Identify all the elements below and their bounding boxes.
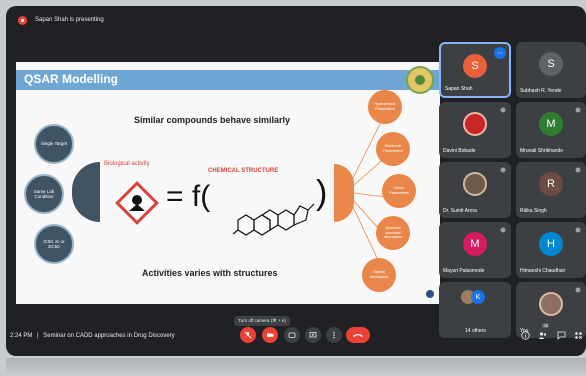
more-options-icon[interactable]: ⋯	[494, 47, 506, 59]
meeting-separator: |	[37, 333, 39, 339]
chemical-structure-label: CHEMICAL STRUCTURE	[208, 168, 279, 174]
participant-tile[interactable]: R Ritika Singh	[516, 162, 586, 218]
participant-tile[interactable]: S ⋯ Sapan Shah	[439, 42, 511, 98]
more-options-button[interactable]	[326, 327, 342, 343]
biological-activity-label: Biological activity	[104, 161, 150, 167]
avatar: M	[463, 232, 487, 256]
participant-name: Davini Bobade	[443, 148, 476, 154]
left-node-ic50: IC50, Ki or EC50	[34, 224, 74, 264]
mic-off-icon	[575, 167, 581, 173]
meeting-details-button[interactable]	[520, 330, 530, 340]
hazard-symbol-icon	[115, 181, 159, 225]
info-icon	[520, 330, 530, 340]
people-icon	[538, 331, 547, 339]
presenting-label: Sapan Shah is presenting	[35, 17, 104, 23]
camera-toggle-button[interactable]	[262, 327, 278, 343]
others-count: 14 others	[465, 328, 486, 334]
camera-tooltip: Turn off camera (⌘ + e)	[234, 316, 290, 326]
end-call-icon	[353, 334, 363, 337]
participant-name: Dr. Sumit Arora	[443, 208, 477, 214]
participant-name: Himanshi Chaudhari	[520, 268, 566, 274]
mic-off-icon	[244, 331, 252, 339]
left-node-single-target: Single Target	[34, 124, 74, 164]
left-node-lab-condition: Same Lab Condition	[24, 174, 64, 214]
participant-tile[interactable]: M Mrunali Shrikhande	[516, 102, 586, 158]
right-node-steric: Steric Parameters	[382, 174, 416, 208]
people-button[interactable]: 26	[538, 323, 550, 340]
profile-photo-icon	[463, 172, 487, 196]
slide-heading-top: Similar compounds behave similarly	[134, 115, 291, 125]
participant-tile[interactable]: S Subhash R. Yende	[516, 42, 586, 98]
chat-icon	[557, 331, 565, 340]
steroid-molecule-icon	[232, 203, 315, 236]
right-node-quantum: Quantum chemical descriptors	[376, 216, 410, 250]
institution-logo	[406, 66, 434, 94]
camera-off-icon	[267, 333, 274, 337]
participant-tile[interactable]: Dr. Sumit Arora	[439, 162, 511, 218]
more-icon	[333, 331, 335, 339]
avatar: H	[539, 232, 563, 256]
mic-off-icon	[500, 107, 506, 113]
right-node-hydrophobic: Hydrophobic Parameters	[368, 90, 402, 124]
equation-close-paren: )	[316, 174, 328, 212]
avatar: S	[539, 52, 563, 76]
participant-name: Ritika Singh	[520, 208, 547, 214]
participant-name: Sapan Shah	[445, 86, 473, 92]
participant-name: Mrunali Shrikhande	[520, 148, 564, 154]
mic-off-icon	[500, 167, 506, 173]
left-connector-shape	[72, 162, 100, 222]
end-call-button[interactable]	[346, 327, 370, 343]
participant-name: Subhash R. Yende	[520, 88, 562, 94]
right-node-electronic: Electronic Parameters	[376, 132, 410, 166]
avatar: S	[463, 54, 487, 78]
present-now-icon	[309, 332, 317, 338]
meeting-info: 2:24 PM | Seminar on CADD approaches in …	[10, 333, 175, 339]
mic-off-icon	[575, 227, 581, 233]
avatar: M	[539, 112, 563, 136]
participant-tile[interactable]: M Mayuri Palasmode	[439, 222, 511, 278]
slide-heading-bottom: Activities varies with structures	[142, 268, 278, 278]
profile-photo-icon	[463, 112, 487, 136]
mic-off-icon	[500, 227, 506, 233]
equation-text: = f(	[166, 180, 211, 213]
mic-off-icon	[575, 287, 581, 293]
participant-tile[interactable]: H Himanshi Chaudhari	[516, 222, 586, 278]
presentation-slide: QSAR Modelling Similar compounds behave …	[16, 62, 440, 304]
presenting-bar: Sapan Shah is presenting	[6, 6, 586, 34]
participant-tile[interactable]: Davini Bobade	[439, 102, 511, 158]
meeting-time: 2:24 PM	[10, 333, 33, 339]
present-icon	[18, 15, 27, 25]
activities-button[interactable]	[573, 330, 583, 340]
screen-reflection	[6, 358, 586, 376]
right-node-spatial: Spatial descriptors	[362, 258, 396, 292]
profile-photo-icon	[539, 292, 563, 316]
activities-icon	[574, 331, 582, 339]
avatar: K	[471, 290, 485, 304]
mic-toggle-button[interactable]	[240, 327, 256, 343]
captions-button[interactable]	[284, 327, 300, 343]
others-tile[interactable]: K 14 others	[439, 282, 511, 338]
mic-off-icon	[575, 107, 581, 113]
captions-icon	[288, 332, 296, 338]
meeting-title: Seminar on CADD approaches in Drug Disco…	[43, 333, 175, 339]
present-now-button[interactable]	[305, 327, 321, 343]
slide-corner-icon	[426, 290, 434, 298]
chat-button[interactable]	[556, 330, 566, 340]
participant-name: Mayuri Palasmode	[443, 268, 485, 274]
slide-title: QSAR Modelling	[24, 72, 118, 86]
avatar: R	[539, 172, 563, 196]
